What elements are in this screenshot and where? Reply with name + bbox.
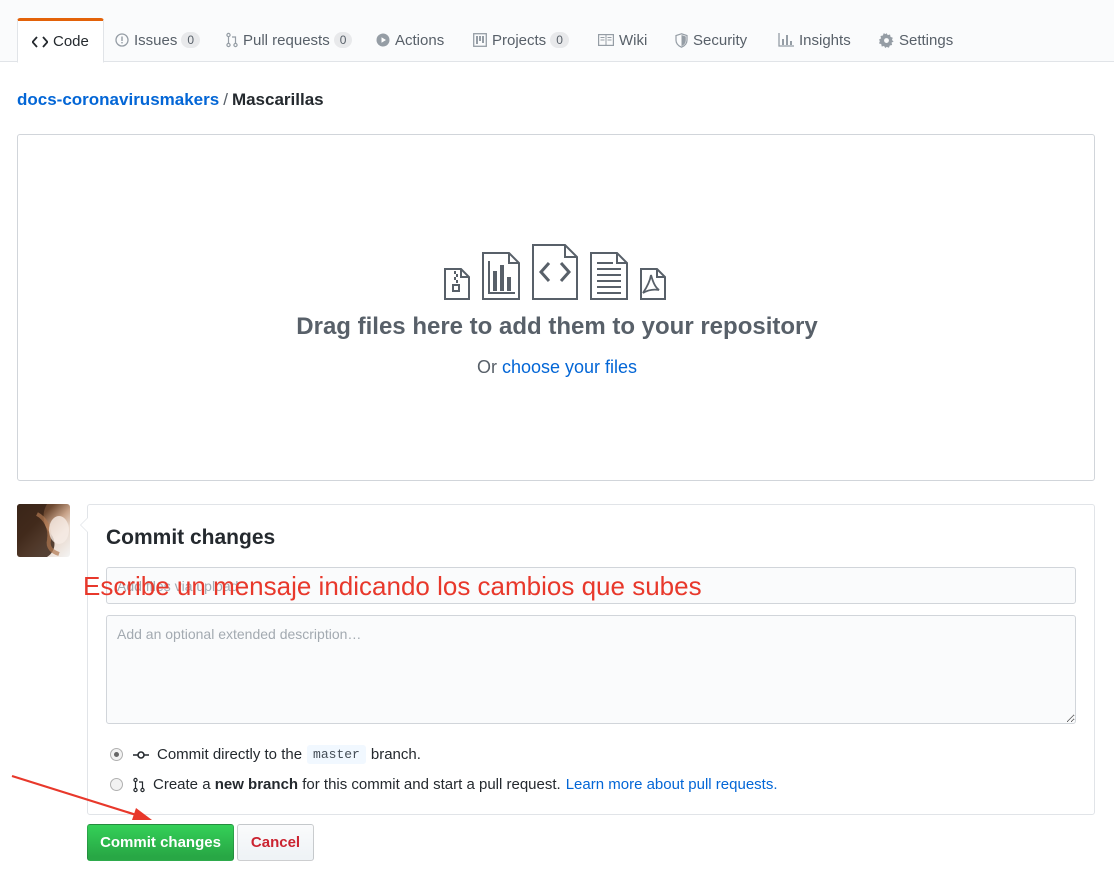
git-commit-icon bbox=[133, 750, 149, 760]
drop-zone-subtitle: Or choose your files bbox=[0, 357, 1114, 378]
tab-label: Security bbox=[693, 31, 748, 49]
breadcrumb-current-folder: Mascarillas bbox=[231, 90, 324, 109]
drop-zone-title: Drag files here to add them to your repo… bbox=[296, 313, 818, 340]
text-file-icon bbox=[589, 251, 629, 306]
breadcrumb-repo-link[interactable]: docs-coronavirusmakers bbox=[17, 90, 219, 109]
new-branch-prefix: Create a bbox=[153, 776, 211, 793]
pull-request-icon bbox=[226, 32, 238, 48]
projects-counter: 0 bbox=[550, 32, 569, 48]
commit-direct-prefix: Commit directly to the bbox=[157, 746, 303, 763]
new-branch-bold: new branch bbox=[214, 776, 299, 793]
zip-file-icon bbox=[443, 267, 471, 306]
breadcrumb: docs-coronavirusmakers / Mascarillas bbox=[17, 90, 324, 110]
tab-label: Settings bbox=[899, 31, 954, 49]
cancel-button[interactable]: Cancel bbox=[237, 824, 314, 861]
branch-name: master bbox=[307, 745, 366, 764]
pull-requests-counter: 0 bbox=[333, 32, 353, 48]
tab-issues[interactable]: Issues 0 bbox=[101, 18, 214, 62]
tab-label: Insights bbox=[799, 31, 851, 49]
commit-form-title: Commit changes bbox=[106, 526, 276, 549]
tab-label: Projects bbox=[492, 31, 547, 49]
tab-settings[interactable]: Settings bbox=[865, 18, 967, 62]
tab-code[interactable]: Code bbox=[17, 18, 104, 63]
pdf-file-icon bbox=[639, 267, 667, 306]
book-icon bbox=[598, 34, 614, 46]
graph-icon bbox=[778, 33, 794, 47]
code-file-icon bbox=[531, 243, 579, 306]
commit-changes-button[interactable]: Commit changes bbox=[87, 824, 234, 861]
commit-summary-input[interactable] bbox=[106, 567, 1076, 604]
new-branch-suffix: for this commit and start a pull request… bbox=[302, 776, 561, 793]
chart-file-icon bbox=[481, 251, 521, 306]
project-icon bbox=[473, 33, 487, 47]
gear-icon bbox=[879, 32, 894, 48]
tab-projects[interactable]: Projects 0 bbox=[459, 18, 583, 62]
shield-icon bbox=[675, 32, 688, 48]
choose-files-link[interactable]: choose your files bbox=[502, 357, 637, 377]
avatar-image bbox=[17, 504, 69, 557]
commit-direct-radio[interactable] bbox=[110, 748, 123, 761]
file-drop-zone[interactable] bbox=[17, 134, 1095, 481]
tab-label: Actions bbox=[395, 31, 445, 49]
code-icon bbox=[32, 35, 48, 48]
tab-pull-requests[interactable]: Pull requests 0 bbox=[212, 18, 366, 62]
tab-label: Issues bbox=[134, 31, 178, 49]
tab-wiki[interactable]: Wiki bbox=[584, 18, 661, 62]
repo-nav-tabs: Code Issues 0 Pull requests 0 Actions Pr… bbox=[0, 0, 1114, 63]
commit-direct-suffix: branch. bbox=[370, 746, 421, 763]
tab-label: Wiki bbox=[619, 31, 648, 49]
avatar bbox=[17, 504, 70, 557]
drop-zone-prefix: Or bbox=[476, 357, 497, 377]
tab-security[interactable]: Security bbox=[661, 18, 761, 62]
commit-description-input[interactable] bbox=[106, 615, 1076, 724]
play-icon bbox=[376, 33, 390, 47]
issues-counter: 0 bbox=[181, 32, 201, 48]
pull-request-icon bbox=[133, 777, 145, 793]
tab-label: Pull requests bbox=[243, 31, 330, 49]
issue-icon bbox=[115, 33, 129, 47]
tab-actions[interactable]: Actions bbox=[362, 18, 458, 62]
tab-insights[interactable]: Insights bbox=[764, 18, 865, 62]
tab-label: Code bbox=[53, 33, 89, 50]
learn-more-pull-requests-link[interactable]: Learn more about pull requests. bbox=[566, 776, 778, 793]
commit-direct-option[interactable]: Commit directly to the master branch. bbox=[110, 745, 421, 764]
new-branch-radio[interactable] bbox=[110, 778, 123, 791]
new-branch-option[interactable]: Create a new branch for this commit and … bbox=[110, 776, 778, 793]
breadcrumb-separator: / bbox=[223, 90, 228, 109]
file-type-icons bbox=[443, 243, 667, 306]
